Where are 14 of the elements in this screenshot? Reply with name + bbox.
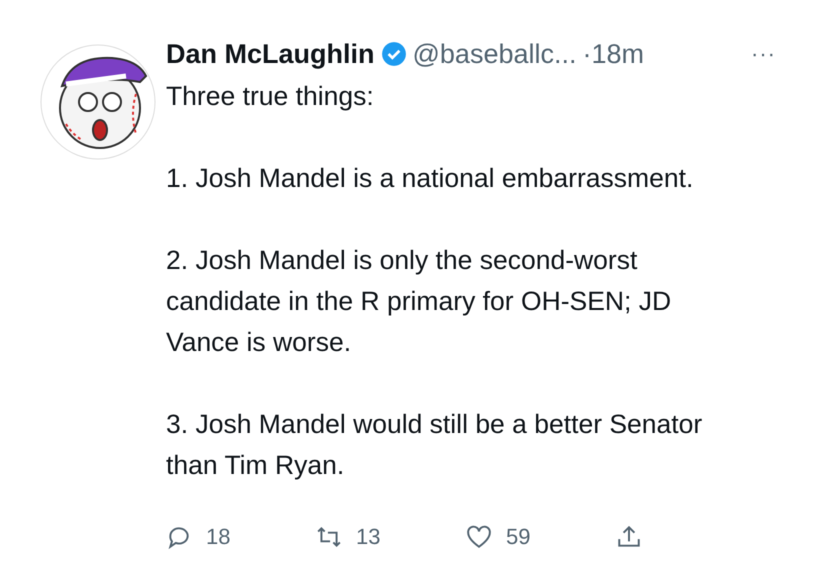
tweet-paragraph: 3. Josh Mandel would still be a better Senator than Tim Ryan. xyxy=(166,408,704,482)
avatar-drawing[interactable] xyxy=(40,44,156,160)
tweet-paragraph: Three true things: xyxy=(166,80,375,113)
author-handle[interactable]: @baseballc... xyxy=(412,38,576,70)
action-count: 13 xyxy=(356,524,380,550)
more-button[interactable]: ··· xyxy=(751,41,776,67)
tweet-paragraph: 1. Josh Mandel is a national embarrassment. xyxy=(166,162,694,195)
author-name[interactable]: Dan McLaughlin xyxy=(166,38,374,70)
retweet-icon[interactable] xyxy=(316,524,342,550)
heart-icon[interactable] xyxy=(466,524,492,550)
action-count: 59 xyxy=(506,524,530,550)
tweet-paragraph: 2. Josh Mandel is only the second-worst candidate in the R primary for OH-SEN; JD Vance is worse. xyxy=(166,244,672,359)
timestamp[interactable]: ·18m xyxy=(582,38,644,70)
action-count: 18 xyxy=(206,524,230,550)
